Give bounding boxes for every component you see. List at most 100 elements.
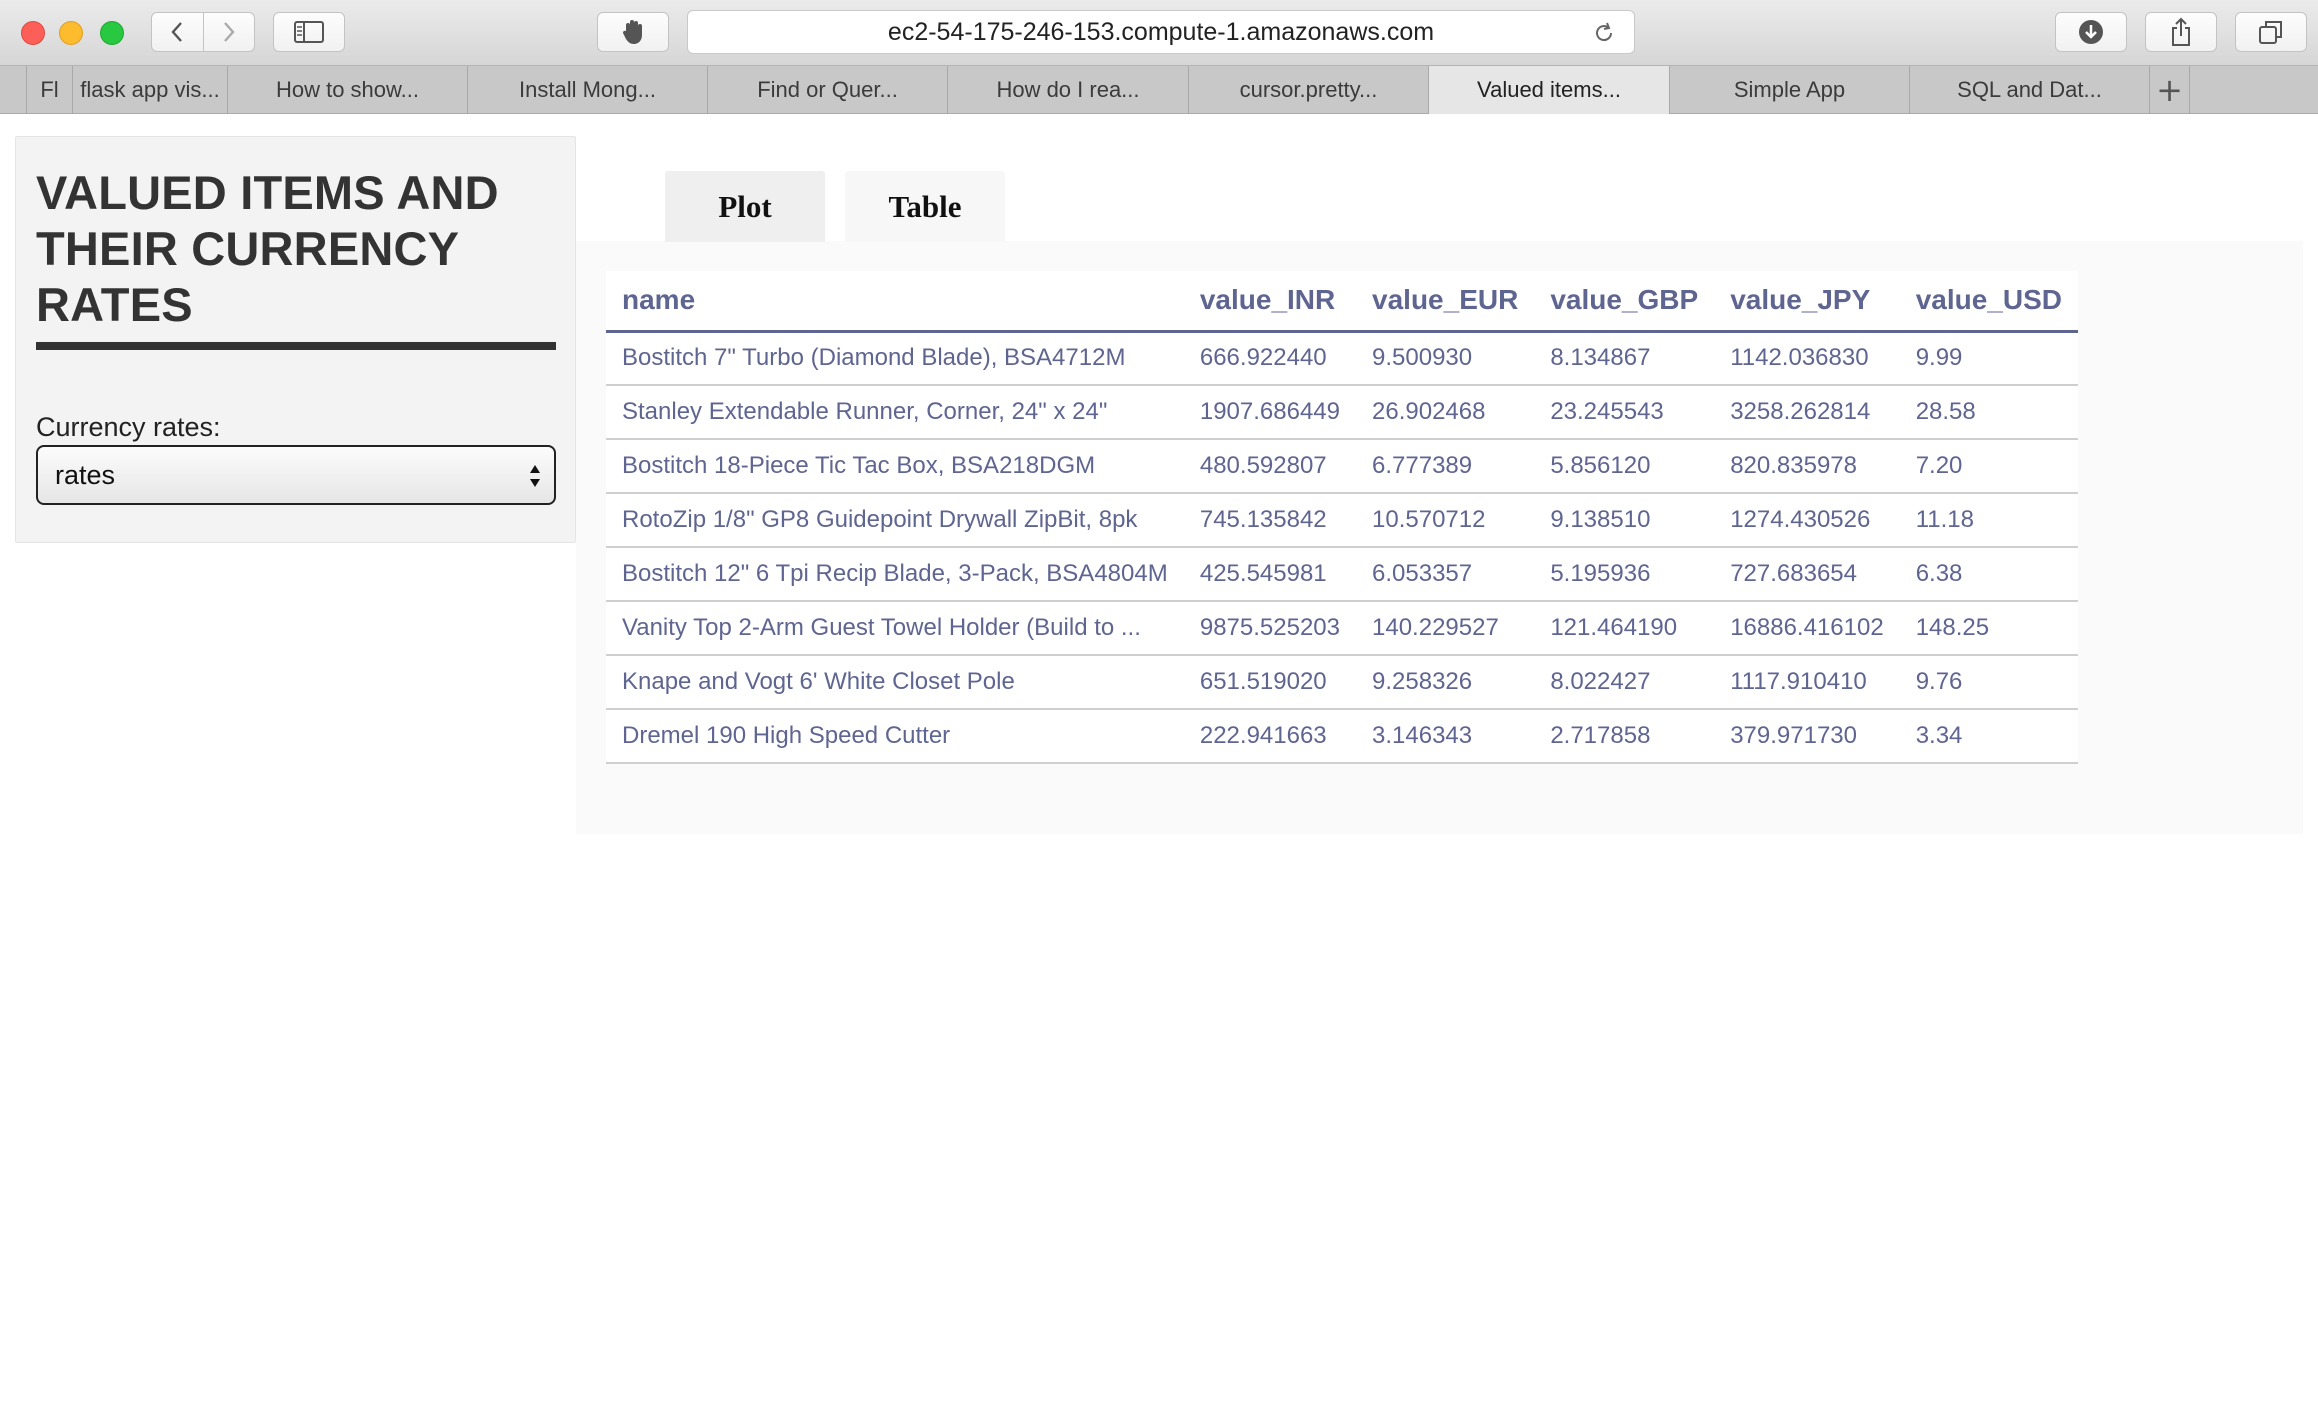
- tab-label: flask app vis...: [80, 77, 220, 102]
- column-header-value-eur[interactable]: value_EUR: [1356, 271, 1535, 333]
- cell-value-eur: 140.229527: [1356, 601, 1535, 656]
- minimize-window-button[interactable]: [59, 21, 83, 45]
- table-row: Knape and Vogt 6' White Closet Pole 651.…: [606, 655, 2078, 710]
- downloads-button[interactable]: [2055, 12, 2127, 52]
- share-button[interactable]: [2145, 12, 2217, 52]
- cell-value-gbp: 2.717858: [1534, 709, 1715, 764]
- back-button[interactable]: [152, 13, 204, 51]
- select-arrows-icon: [530, 465, 540, 487]
- cell-value-eur: 9.500930: [1356, 331, 1535, 386]
- browser-tab[interactable]: Find or Quer...: [708, 66, 948, 114]
- tab-label: How to show...: [275, 77, 420, 102]
- cell-value-gbp: 8.134867: [1534, 331, 1715, 386]
- cell-name: Vanity Top 2-Arm Guest Towel Holder (Bui…: [606, 601, 1184, 656]
- column-header-value-gbp[interactable]: value_GBP: [1534, 271, 1715, 333]
- browser-tab[interactable]: Simple App: [1670, 66, 1910, 114]
- chevron-left-icon: [171, 22, 183, 42]
- sidebar-icon: [294, 21, 324, 43]
- browser-toolbar: ec2-54-175-246-153.compute-1.amazonaws.c…: [0, 0, 2318, 66]
- column-header-name[interactable]: name: [606, 271, 1184, 333]
- cell-value-gbp: 5.856120: [1534, 439, 1715, 494]
- address-bar[interactable]: ec2-54-175-246-153.compute-1.amazonaws.c…: [687, 10, 1635, 54]
- page-title: VALUED ITEMS AND THEIR CURRENCY RATES: [36, 166, 499, 331]
- table-row: RotoZip 1/8" GP8 Guidepoint Drywall ZipB…: [606, 493, 2078, 548]
- reload-icon[interactable]: [1592, 21, 1616, 45]
- cell-value-usd: 3.34: [1899, 709, 2078, 764]
- forward-button[interactable]: [204, 13, 255, 51]
- tab-table[interactable]: Table: [845, 171, 1005, 242]
- table-row: Vanity Top 2-Arm Guest Towel Holder (Bui…: [606, 601, 2078, 656]
- cell-value-gbp: 5.195936: [1534, 547, 1715, 602]
- column-header-value-inr[interactable]: value_INR: [1183, 271, 1357, 333]
- tab-label: Valued items...: [1477, 77, 1621, 102]
- cell-value-eur: 10.570712: [1356, 493, 1535, 548]
- cell-value-inr: 9875.525203: [1183, 601, 1357, 656]
- tab-plot[interactable]: Plot: [665, 171, 825, 242]
- cell-value-inr: 222.941663: [1183, 709, 1357, 764]
- tab-label: SQL and Dat...: [1957, 77, 2102, 102]
- download-icon: [2079, 20, 2103, 44]
- cell-value-usd: 9.76: [1899, 655, 2078, 710]
- url-text: ec2-54-175-246-153.compute-1.amazonaws.c…: [887, 17, 1435, 46]
- browser-tab[interactable]: SQL and Dat...: [1910, 66, 2150, 114]
- browser-tab[interactable]: Install Mong...: [468, 66, 708, 114]
- sidebar-toggle-button[interactable]: [273, 12, 345, 52]
- hand-icon: [622, 20, 642, 44]
- select-value: rates: [55, 459, 116, 490]
- table-row: Dremel 190 High Speed Cutter 222.941663 …: [606, 709, 2078, 764]
- cell-value-eur: 6.777389: [1356, 439, 1535, 494]
- browser-tab[interactable]: How to show...: [228, 66, 468, 114]
- cell-value-gbp: 23.245543: [1534, 385, 1715, 440]
- currency-table: name value_INR value_EUR value_GBP value…: [606, 271, 2078, 764]
- browser-tab[interactable]: cursor.pretty...: [1189, 66, 1429, 114]
- cell-value-usd: 11.18: [1899, 493, 2078, 548]
- tab-label: How do I rea...: [996, 77, 1140, 102]
- privacy-button[interactable]: [597, 12, 669, 52]
- cell-value-gbp: 121.464190: [1534, 601, 1715, 656]
- cell-value-usd: 7.20: [1899, 439, 2078, 494]
- view-tabs: Plot Table: [665, 171, 1005, 242]
- tab-label: Install Mong...: [519, 77, 656, 102]
- cell-value-inr: 651.519020: [1183, 655, 1357, 710]
- column-header-value-jpy[interactable]: value_JPY: [1714, 271, 1900, 333]
- cell-value-usd: 148.25: [1899, 601, 2078, 656]
- cell-value-jpy: 16886.416102: [1714, 601, 1900, 656]
- cell-value-jpy: 1274.430526: [1714, 493, 1900, 548]
- cell-value-usd: 28.58: [1899, 385, 2078, 440]
- plus-icon: +: [2156, 71, 2183, 109]
- close-window-button[interactable]: [21, 21, 45, 45]
- cell-name: Bostitch 7" Turbo (Diamond Blade), BSA47…: [606, 331, 1184, 386]
- cell-value-jpy: 1142.036830: [1714, 331, 1900, 386]
- cell-name: Stanley Extendable Runner, Corner, 24" x…: [606, 385, 1184, 440]
- tabs-icon: [2259, 21, 2282, 44]
- browser-tab[interactable]: Fl: [27, 66, 73, 114]
- table-row: Bostitch 18-Piece Tic Tac Box, BSA218DGM…: [606, 439, 2078, 494]
- cell-value-jpy: 379.971730: [1714, 709, 1900, 764]
- pinned-tab[interactable]: [0, 66, 27, 114]
- tab-overview-button[interactable]: [2235, 12, 2307, 52]
- new-tab-button[interactable]: +: [2150, 66, 2190, 114]
- cell-value-jpy: 1117.910410: [1714, 655, 1900, 710]
- cell-value-usd: 6.38: [1899, 547, 2078, 602]
- sidebar-panel: VALUED ITEMS AND THEIR CURRENCY RATES Cu…: [15, 136, 576, 543]
- cell-name: Bostitch 18-Piece Tic Tac Box, BSA218DGM: [606, 439, 1184, 494]
- cell-value-inr: 425.545981: [1183, 547, 1357, 602]
- cell-value-inr: 480.592807: [1183, 439, 1357, 494]
- currency-rates-select[interactable]: rates: [36, 445, 556, 505]
- share-icon: [2172, 17, 2190, 46]
- cell-value-inr: 666.922440: [1183, 331, 1357, 386]
- browser-tab-active[interactable]: Valued items...: [1429, 66, 1670, 114]
- browser-tab[interactable]: flask app vis...: [73, 66, 228, 114]
- table-row: Bostitch 7" Turbo (Diamond Blade), BSA47…: [606, 331, 2078, 386]
- cell-name: Dremel 190 High Speed Cutter: [606, 709, 1184, 764]
- cell-value-eur: 3.146343: [1356, 709, 1535, 764]
- zoom-window-button[interactable]: [100, 21, 124, 45]
- browser-tab[interactable]: How do I rea...: [948, 66, 1189, 114]
- column-header-value-usd[interactable]: value_USD: [1899, 271, 2078, 333]
- cell-value-jpy: 727.683654: [1714, 547, 1900, 602]
- cell-name: Knape and Vogt 6' White Closet Pole: [606, 655, 1184, 710]
- cell-value-eur: 26.902468: [1356, 385, 1535, 440]
- title-divider: [36, 342, 556, 350]
- cell-value-eur: 6.053357: [1356, 547, 1535, 602]
- history-nav: [151, 12, 255, 52]
